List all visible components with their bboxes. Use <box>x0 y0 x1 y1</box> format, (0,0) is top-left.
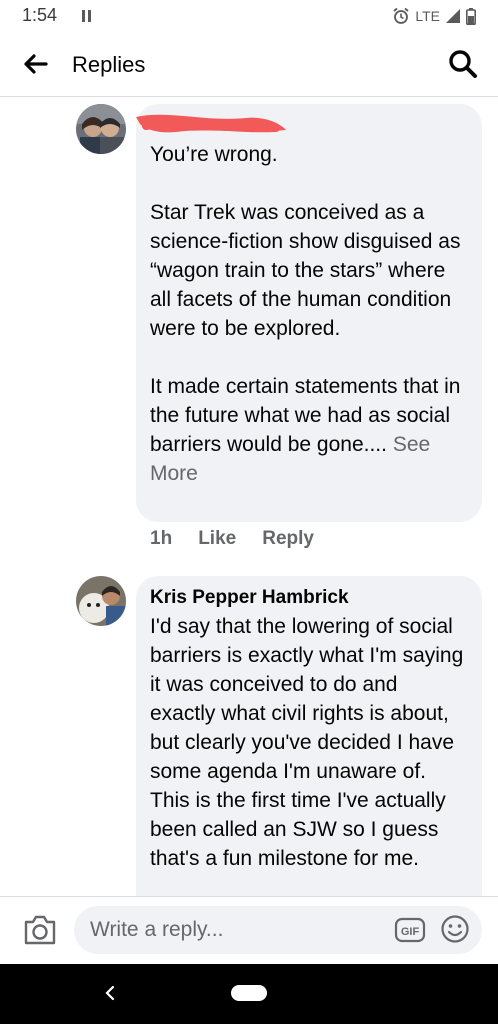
nav-home-button[interactable] <box>231 985 267 1001</box>
comment-bubble[interactable]: You’re wrong. Star Trek was conceived as… <box>136 104 482 522</box>
reply-bar: GIF <box>0 896 498 965</box>
chevron-left-icon <box>105 985 115 1001</box>
comment-body: I'd say that the lowering of social barr… <box>150 615 464 870</box>
alarm-icon <box>393 7 409 24</box>
avatar[interactable] <box>76 576 126 626</box>
avatar[interactable] <box>76 104 126 154</box>
comment-author[interactable]: Kris Pepper Hambrick <box>150 586 468 610</box>
signal-icon <box>446 9 460 23</box>
search-icon <box>449 50 477 78</box>
app-bar: Replies <box>0 32 498 97</box>
smiley-icon <box>441 915 469 943</box>
battery-icon <box>466 7 476 25</box>
avatar-photo <box>76 104 126 154</box>
arrow-left-icon <box>24 54 48 74</box>
pause-icon <box>82 10 92 22</box>
comment-body: You’re wrong. Star Trek was conceived as… <box>150 143 461 456</box>
comment-text: I'd say that the lowering of social barr… <box>150 612 468 873</box>
gif-icon: GIF <box>394 917 426 943</box>
nav-back-button[interactable] <box>103 982 117 1004</box>
system-nav-bar <box>0 964 498 1024</box>
status-bar: 1:54 LTE <box>0 0 498 32</box>
emoji-button[interactable] <box>440 914 470 944</box>
comment-time: 1h <box>150 528 173 549</box>
gif-label: GIF <box>401 926 420 938</box>
camera-icon <box>24 915 56 945</box>
comment-text: You’re wrong. Star Trek was conceived as… <box>150 140 468 488</box>
page-title: Replies <box>72 52 146 77</box>
like-button[interactable]: Like <box>198 528 236 550</box>
redaction-mark <box>136 114 286 133</box>
back-button[interactable] <box>20 48 52 80</box>
status-icons: LTE <box>392 6 476 26</box>
gif-button[interactable]: GIF <box>394 914 426 946</box>
search-button[interactable] <box>446 47 480 81</box>
reply-button[interactable]: Reply <box>262 528 314 550</box>
network-label: LTE <box>415 8 440 24</box>
status-time: 1:54 <box>22 5 58 25</box>
comment-actions: 1h Like Reply <box>150 528 314 550</box>
avatar-photo <box>76 576 126 626</box>
camera-button[interactable] <box>22 913 58 947</box>
comment-bubble[interactable]: Kris Pepper Hambrick I'd say that the lo… <box>136 576 482 936</box>
